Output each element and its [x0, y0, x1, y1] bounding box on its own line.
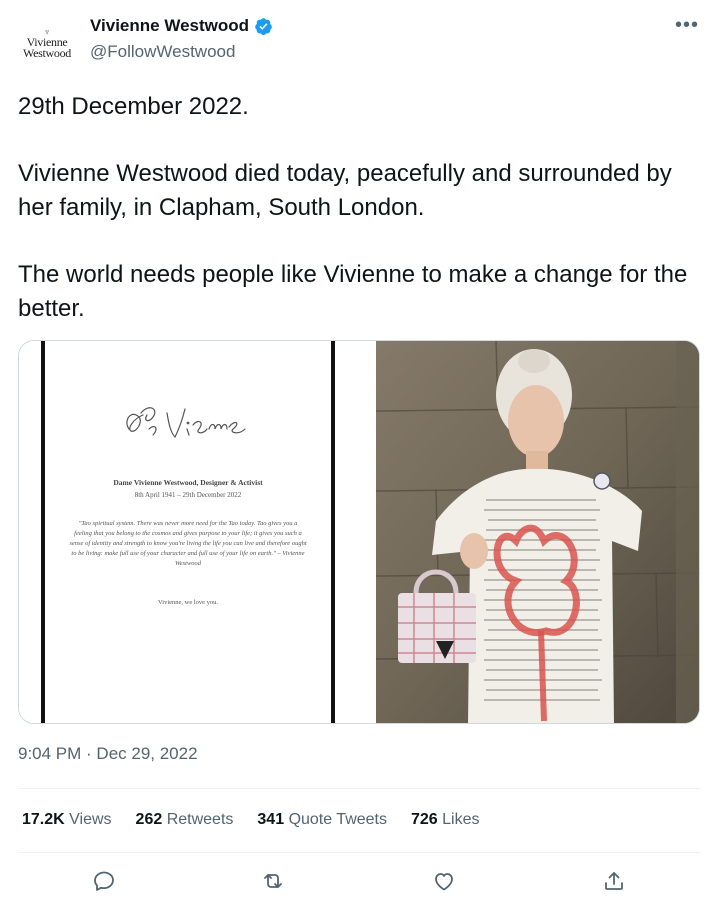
avatar[interactable]: ♆ Vivienne Westwood — [18, 14, 76, 72]
stat-quote-tweets-count: 341 — [257, 811, 285, 828]
card-title: Dame Vivienne Westwood, Designer & Activ… — [113, 478, 263, 487]
stat-retweets-count: 262 — [135, 811, 163, 828]
stat-views[interactable]: 17.2K Views — [22, 811, 112, 829]
tweet-paragraph-1: 29th December 2022. — [18, 93, 249, 120]
stat-likes-label: Likes — [442, 811, 480, 828]
avatar-logo-line-2: Westwood — [23, 45, 71, 60]
tweet-paragraph-2: Vivienne Westwood died today, peacefully… — [18, 160, 672, 221]
card-dates: 8th April 1941 – 29th December 2022 — [134, 491, 242, 499]
memorial-card-image[interactable]: Dame Vivienne Westwood, Designer & Activ… — [19, 341, 374, 723]
card-closing: Vivienne, we love you. — [157, 599, 219, 606]
stat-views-label: Views — [69, 811, 112, 828]
user-handle[interactable]: @FollowWestwood — [90, 42, 235, 62]
tweet-stats: 17.2K Views 262 Retweets 341 Quote Tweet… — [22, 811, 480, 829]
card-border-left — [41, 341, 45, 723]
stat-retweets[interactable]: 262 Retweets — [136, 811, 234, 829]
card-quote: "Tao spiritual system. There was never m… — [69, 520, 307, 567]
tweet-timestamp[interactable]: 9:04 PM · Dec 29, 2022 — [18, 744, 198, 764]
divider-top — [18, 788, 700, 789]
like-icon — [435, 873, 453, 891]
share-icon — [605, 872, 623, 890]
more-options-icon[interactable]: ••• — [675, 14, 699, 37]
stat-retweets-label: Retweets — [166, 811, 234, 828]
share-button[interactable] — [599, 866, 629, 896]
retweet-icon — [264, 874, 282, 888]
stat-views-count: 17.2K — [22, 811, 65, 828]
tweet-paragraph-3: The world needs people like Vivienne to … — [18, 261, 688, 322]
tweet: ♆ Vivienne Westwood Vivienne Westwood @F… — [0, 0, 721, 902]
retweet-button[interactable] — [258, 866, 288, 896]
media-container: Dame Vivienne Westwood, Designer & Activ… — [18, 340, 700, 724]
card-border-right — [331, 341, 335, 723]
stat-likes[interactable]: 726 Likes — [411, 811, 480, 829]
stat-quote-tweets[interactable]: 341 Quote Tweets — [257, 811, 387, 829]
author-name-row: Vivienne Westwood — [90, 16, 273, 36]
stat-quote-tweets-label: Quote Tweets — [288, 811, 387, 828]
verified-badge-icon — [255, 17, 272, 35]
vivienne-westwood-photo[interactable] — [376, 341, 699, 723]
stat-likes-count: 726 — [411, 811, 438, 828]
reply-button[interactable] — [89, 866, 119, 896]
display-name[interactable]: Vivienne Westwood — [90, 16, 249, 36]
reply-icon — [94, 871, 114, 891]
tweet-actions — [18, 864, 700, 898]
vivienne-signature-logo — [126, 407, 246, 439]
like-button[interactable] — [429, 866, 459, 896]
photo-illustration — [376, 341, 699, 723]
divider-bottom — [18, 852, 700, 853]
